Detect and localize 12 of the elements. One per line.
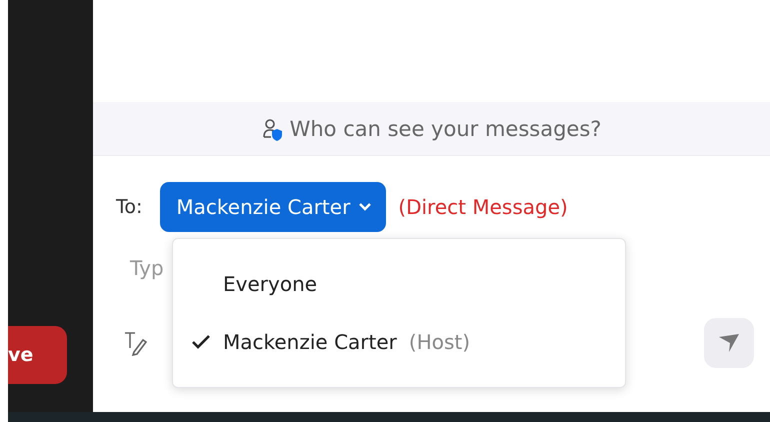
to-label: To: [116, 196, 142, 218]
menu-item[interactable]: Mackenzie Carter (Host) [173, 313, 625, 371]
send-icon [718, 333, 740, 353]
person-shield-icon [262, 116, 284, 140]
chevron-down-icon [358, 202, 372, 212]
banner-text: Who can see your messages? [290, 116, 602, 140]
direct-message-note: (Direct Message) [398, 195, 568, 219]
send-button[interactable] [704, 318, 754, 368]
menu-item[interactable]: Everyone [173, 255, 625, 313]
recipient-dropdown[interactable]: Mackenzie Carter [160, 182, 386, 232]
text-format-icon[interactable] [123, 330, 147, 356]
leave-button[interactable]: ve [8, 326, 67, 384]
